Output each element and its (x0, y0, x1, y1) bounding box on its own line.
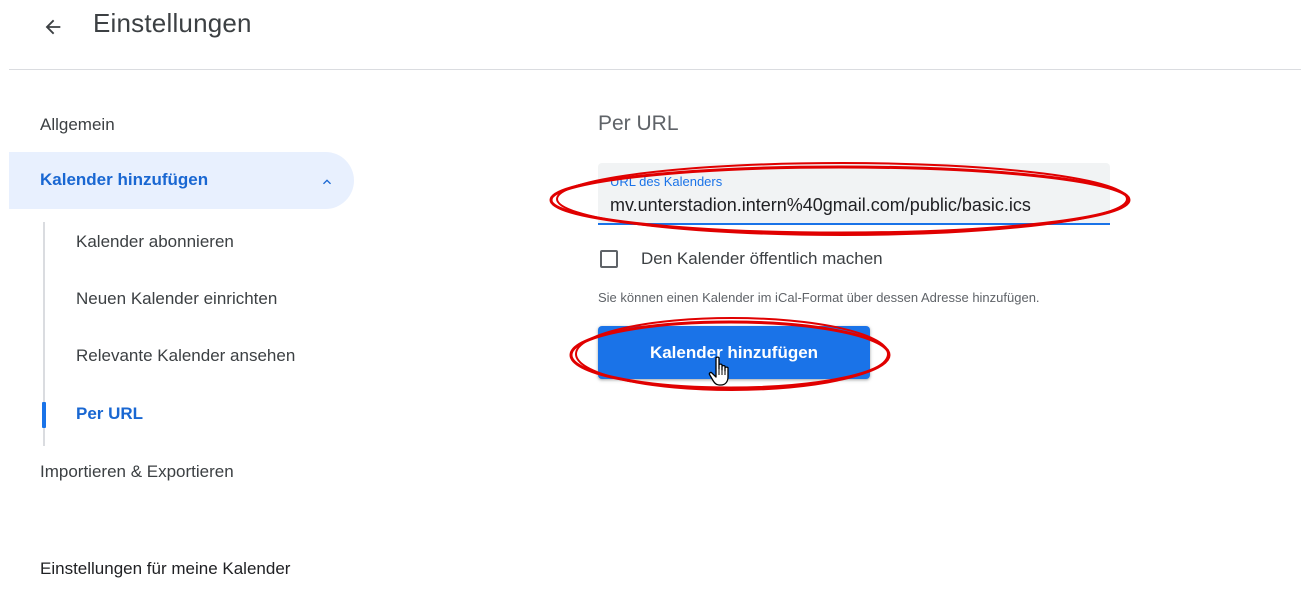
sidebar-item-label: Kalender hinzufügen (40, 170, 209, 189)
page-title: Einstellungen (93, 8, 252, 38)
sidebar-subitem-neuen-kalender[interactable]: Neuen Kalender einrichten (76, 289, 277, 309)
arrow-back-icon (45, 19, 61, 35)
section-title: Per URL (598, 112, 679, 135)
section-heading-meine-kalender: Einstellungen für meine Kalender (40, 559, 291, 578)
sidebar-subitem-relevante-kalender[interactable]: Relevante Kalender ansehen (76, 346, 295, 366)
chevron-up-icon (323, 179, 331, 185)
sidebar-subitem-kalender-abonnieren[interactable]: Kalender abonnieren (76, 232, 234, 252)
main-panel: Per URL URL des Kalenders Den Kalender ö… (560, 70, 1301, 603)
app-header: Einstellungen (0, 0, 1301, 70)
sidebar-item-kalender-hinzufuegen[interactable]: Kalender hinzufügen (9, 152, 354, 209)
url-input[interactable] (610, 192, 1100, 218)
settings-sidebar: Allgemein Kalender hinzufügen Kalender a… (0, 70, 370, 603)
settings-page: Einstellungen Allgemein Kalender hinzufü… (0, 0, 1301, 603)
sidebar-item-allgemein[interactable]: Allgemein (40, 115, 115, 135)
submenu-active-indicator (42, 402, 46, 428)
url-field[interactable]: URL des Kalenders (598, 163, 1110, 225)
public-checkbox-label: Den Kalender öffentlich machen (641, 249, 883, 268)
back-button[interactable] (36, 10, 70, 44)
helper-text: Sie können einen Kalender im iCal-Format… (598, 290, 1040, 305)
public-checkbox[interactable] (600, 250, 618, 268)
sidebar-item-importieren-exportieren[interactable]: Importieren & Exportieren (40, 462, 234, 482)
url-field-label: URL des Kalenders (610, 174, 723, 189)
add-calendar-button[interactable]: Kalender hinzufügen (598, 326, 870, 379)
sidebar-subitem-per-url[interactable]: Per URL (76, 404, 143, 424)
